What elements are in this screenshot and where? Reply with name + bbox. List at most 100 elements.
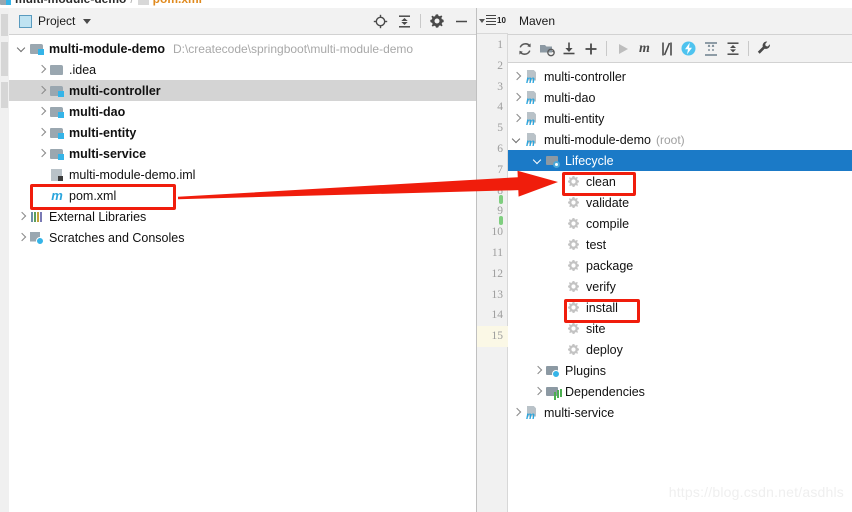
gear-icon [567,280,581,294]
gear-icon[interactable] [426,10,448,32]
chevron-right-icon[interactable] [512,93,521,102]
chevron-right-icon[interactable] [512,114,521,123]
generate-sources-icon[interactable] [536,38,557,59]
maven-tree-row-test[interactable]: test [508,234,852,255]
run-icon[interactable] [612,38,633,59]
maven-toolbar[interactable]: m [508,35,852,63]
line-number[interactable]: 11 [477,243,508,264]
tree-item-label: multi-dao [69,104,126,119]
breadcrumb-file[interactable]: pom.xml [153,0,202,6]
download-sources-icon[interactable] [558,38,579,59]
line-number[interactable]: 8 [477,181,508,202]
plugins-icon [546,364,560,378]
line-number[interactable]: 6 [477,139,508,160]
tree-row-multi-dao[interactable]: multi-dao [9,101,476,122]
maven-tree-row-validate[interactable]: validate [508,192,852,213]
tree-row-pom-xml[interactable]: m pom.xml [9,185,476,206]
tree-root-path: D:\createcode\springboot\multi-module-de… [172,41,414,56]
line-number[interactable]: 14 [477,305,508,326]
tree-row-multi-service[interactable]: multi-service [9,143,476,164]
tree-row-external-libraries[interactable]: External Libraries [9,206,476,227]
expand-all-icon[interactable] [700,38,721,59]
chevron-right-icon[interactable] [533,387,542,396]
toolwindow-tab-2[interactable] [1,42,8,76]
locate-icon[interactable] [369,10,391,32]
tree-row-multi-controller[interactable]: multi-controller [9,80,476,101]
line-number[interactable]: 13 [477,285,508,306]
maven-tree-row-multi-entity[interactable]: multi-entity [508,108,852,129]
collapse-all-icon[interactable] [393,10,415,32]
chevron-right-icon[interactable] [17,212,26,221]
maven-tree-row-site[interactable]: site [508,318,852,339]
maven-panel-title: Maven [519,14,556,28]
settings-wrench-icon[interactable] [754,38,775,59]
project-tree[interactable]: multi-module-demo D:\createcode\springbo… [9,35,476,248]
maven-tree-row-plugins[interactable]: Plugins [508,360,852,381]
toggle-skip-tests-icon[interactable] [656,38,677,59]
maven-tree-row-package[interactable]: package [508,255,852,276]
tree-row-scratches-and-consoles[interactable]: Scratches and Consoles [9,227,476,248]
project-panel-title: Project [38,14,76,28]
reload-icon[interactable] [514,38,535,59]
module-icon [0,0,11,5]
chevron-down-icon[interactable] [479,18,486,23]
add-icon[interactable] [580,38,601,59]
chevron-right-icon[interactable] [37,65,46,74]
maven-tree-row-multi-dao[interactable]: multi-dao [508,87,852,108]
offline-mode-icon[interactable] [678,38,699,59]
tree-row-multi-module-demo-iml[interactable]: multi-module-demo.iml [9,164,476,185]
maven-tree-row-compile[interactable]: compile [508,213,852,234]
chevron-right-icon[interactable] [37,86,46,95]
chevron-down-icon[interactable] [512,135,521,144]
line-number[interactable]: 10 [477,222,508,243]
maven-m-icon[interactable]: m [634,38,655,59]
chevron-right-icon[interactable] [533,366,542,375]
toolwindow-tab-3[interactable] [1,82,8,108]
line-number[interactable]: 12 [477,264,508,285]
maven-tree-row-multi-controller[interactable]: multi-controller [508,66,852,87]
minimize-icon[interactable] [450,10,472,32]
maven-tree-row-clean[interactable]: clean [508,171,852,192]
maven-tree-row-lifecycle[interactable]: Lifecycle [508,150,852,171]
maven-tree-row-dependencies[interactable]: Dependencies [508,381,852,402]
chevron-right-icon[interactable] [512,408,521,417]
maven-tree-row-multi-module-demo[interactable]: multi-module-demo (root) [508,129,852,150]
line-number[interactable]: 4 [477,97,508,118]
chevron-right-icon[interactable] [37,149,46,158]
chevron-right-icon[interactable] [37,107,46,116]
line-number[interactable]: 2 [477,56,508,77]
lifecycle-icon [546,154,560,168]
maven-tree[interactable]: multi-controller multi-dao multi-entity mul… [508,63,852,423]
gutter-header[interactable]: 10 [477,8,508,34]
lines-icon [486,14,497,27]
maven-item-label: verify [586,279,616,294]
tree-row-root[interactable]: multi-module-demo D:\createcode\springbo… [9,38,476,59]
gear-icon [567,301,581,315]
line-number[interactable]: 9 [477,201,508,222]
maven-item-label: clean [586,174,616,189]
maven-tree-row-deploy[interactable]: deploy [508,339,852,360]
line-number[interactable]: 5 [477,118,508,139]
maven-tree-row-verify[interactable]: verify [508,276,852,297]
tree-row-idea[interactable]: .idea [9,59,476,80]
line-number[interactable]: 3 [477,77,508,98]
tree-row-multi-entity[interactable]: multi-entity [9,122,476,143]
breadcrumb-project[interactable]: multi-module-demo [15,0,126,6]
line-number[interactable]: 1 [477,35,508,56]
chevron-right-icon[interactable] [512,72,521,81]
chevron-down-icon[interactable] [17,44,26,53]
chevron-down-icon[interactable] [533,156,542,165]
chevron-right-icon[interactable] [17,233,26,242]
maven-module-icon [525,112,539,128]
line-number[interactable]: 7 [477,160,508,181]
maven-tree-row-multi-service[interactable]: multi-service [508,402,852,423]
toolwindow-tab-1[interactable] [1,14,8,36]
tree-item-label: multi-entity [69,125,137,140]
line-number[interactable]: 15 [477,326,508,347]
collapse-all-icon[interactable] [722,38,743,59]
maven-tree-row-install[interactable]: install [508,297,852,318]
chevron-right-icon[interactable] [37,128,46,137]
chevron-down-icon[interactable] [83,18,92,24]
